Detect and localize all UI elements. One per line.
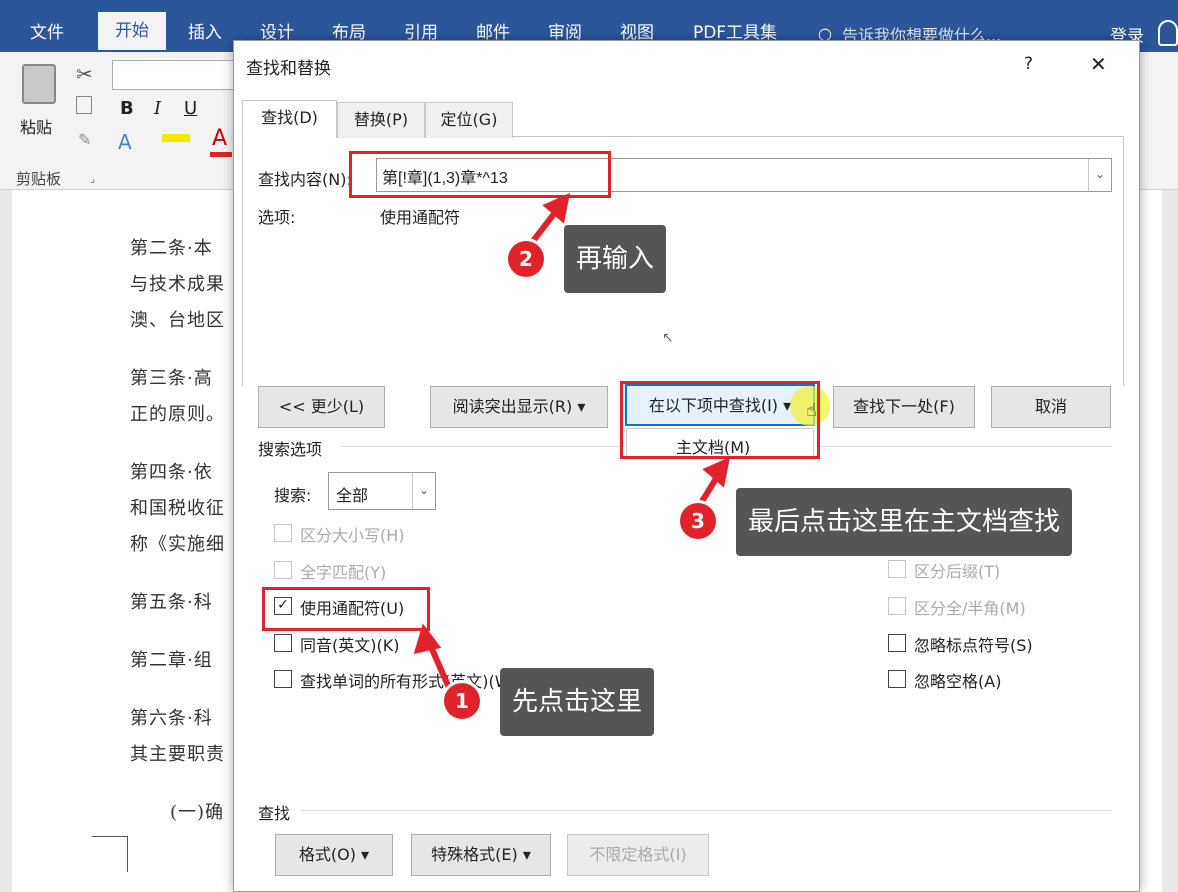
arrow-step1-head [413,623,442,655]
step1-badge: 1 [444,683,480,719]
annotation-arrows [413,192,731,693]
step3-badge: 3 [680,503,716,539]
step3-callout: 最后点击这里在主文档查找 [736,488,1073,556]
step2-badge: 2 [508,241,544,277]
tab-find[interactable]: 查找(D) [242,100,337,138]
step2-callout: 再输入 [564,225,667,293]
arrow-step3-head [702,456,731,488]
step1-callout: 先点击这里 [500,668,655,736]
